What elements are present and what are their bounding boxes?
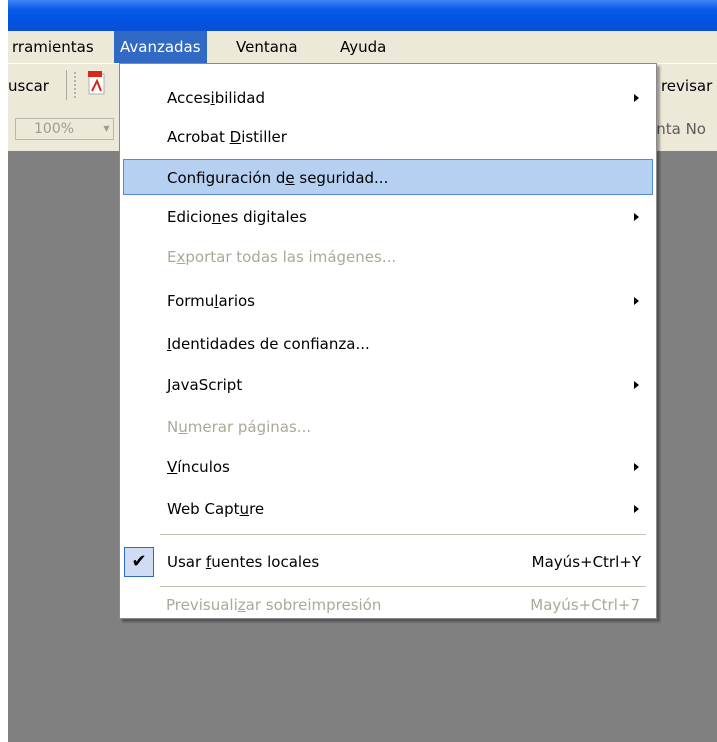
menu-ventana[interactable]: Ventana: [230, 31, 304, 63]
submenu-arrow-icon: [634, 463, 639, 471]
menu-separator: [160, 586, 646, 587]
chevron-down-icon[interactable]: ▼: [100, 118, 114, 140]
submenu-arrow-icon: [634, 297, 639, 305]
submenu-arrow-icon: [634, 213, 639, 221]
pdf-icon[interactable]: [88, 71, 106, 97]
shortcut-label: Mayús+Ctrl+7: [530, 596, 640, 614]
menu-bar: rramientas Avanzadas Ventana Ayuda: [8, 31, 717, 63]
shortcut-label: Mayús+Ctrl+Y: [531, 553, 641, 571]
toolbar-grip[interactable]: [74, 72, 82, 98]
menu-item-formularios[interactable]: Formularios: [123, 283, 653, 319]
menu-separator: [160, 534, 646, 535]
acrobat-window: rramientas Avanzadas Ventana Ayuda uscar…: [8, 0, 717, 742]
title-bar[interactable]: [8, 0, 717, 31]
avanzadas-dropdown-menu: Accesibilidad Acrobat Distiller Configur…: [119, 63, 657, 619]
menu-herramientas[interactable]: rramientas: [8, 31, 100, 63]
submenu-arrow-icon: [634, 381, 639, 389]
menu-item-numerar-paginas: Numerar páginas...: [167, 418, 312, 436]
menu-item-previsualizar-sobreimpresion-row: Previsualizar sobreimpresión Mayús+Ctrl+…: [122, 590, 652, 620]
menu-avanzadas[interactable]: Avanzadas: [114, 31, 207, 63]
menu-item-web-capture[interactable]: Web Capture: [123, 491, 653, 527]
zoom-field[interactable]: 100%: [15, 118, 101, 140]
menu-item-configuracion-seguridad[interactable]: Configuración de seguridad...: [123, 159, 653, 195]
menu-item-usar-fuentes-locales[interactable]: ✔ Usar fuentes locales Mayús+Ctrl+Y: [123, 544, 653, 580]
menu-item-exportar-imagenes: Exportar todas las imágenes...: [167, 248, 397, 266]
search-button[interactable]: uscar: [8, 76, 49, 96]
menu-item-identidades-confianza[interactable]: Identidades de confianza...: [123, 326, 653, 362]
menu-item-acrobat-distiller[interactable]: Acrobat Distiller: [123, 119, 653, 155]
menu-item-vinculos[interactable]: Vínculos: [123, 449, 653, 485]
toolbar-separator: [66, 70, 67, 100]
menu-ayuda[interactable]: Ayuda: [334, 31, 392, 63]
menu-item-ediciones-digitales[interactable]: Ediciones digitales: [123, 199, 653, 235]
menu-item-javascript[interactable]: JavaScript: [123, 367, 653, 403]
submenu-arrow-icon: [634, 505, 639, 513]
checkmark-icon: ✔: [124, 547, 154, 577]
menu-item-accesibilidad[interactable]: Accesibilidad: [123, 80, 653, 116]
submenu-arrow-icon: [634, 94, 639, 102]
